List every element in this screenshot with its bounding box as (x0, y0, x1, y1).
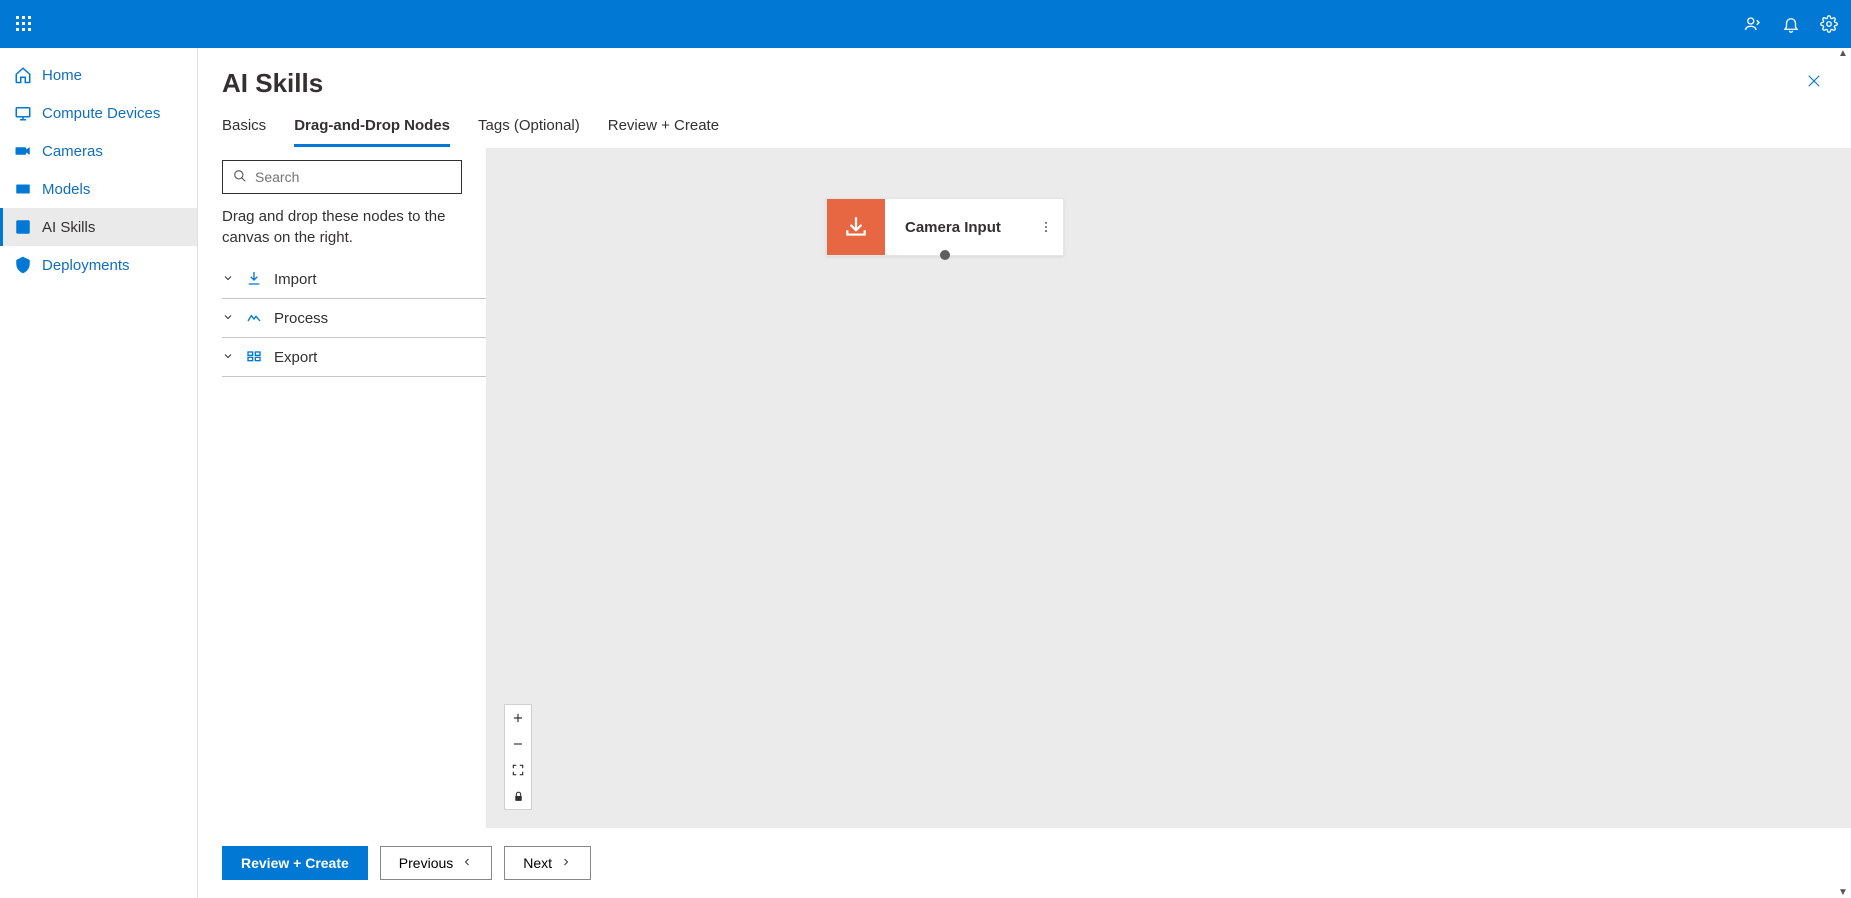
next-button[interactable]: Next (504, 846, 591, 880)
tab-drag-drop-nodes[interactable]: Drag-and-Drop Nodes (294, 117, 450, 147)
app-launcher-icon[interactable] (12, 12, 36, 36)
node-palette: Drag and drop these nodes to the canvas … (198, 148, 486, 828)
close-button[interactable] (1801, 68, 1827, 97)
chevron-down-icon (222, 310, 236, 326)
export-icon (246, 348, 264, 366)
sidenav-item-ai-skills[interactable]: AI Skills (0, 208, 197, 246)
gear-icon[interactable] (1819, 14, 1839, 34)
palette-group-label: Process (274, 310, 328, 327)
sidenav-item-home[interactable]: Home (0, 56, 197, 94)
previous-button[interactable]: Previous (380, 846, 492, 880)
chevron-left-icon (461, 855, 473, 871)
tab-basics[interactable]: Basics (222, 117, 266, 147)
review-create-button[interactable]: Review + Create (222, 846, 368, 880)
sidenav-label: Compute Devices (42, 105, 160, 122)
ai-skill-icon (14, 218, 32, 236)
canvas[interactable]: Camera Input (486, 148, 1851, 828)
sidenav-label: Deployments (42, 257, 130, 274)
sidenav-item-deployments[interactable]: Deployments (0, 246, 197, 284)
palette-group-import[interactable]: Import (222, 260, 486, 299)
chevron-down-icon (222, 349, 236, 365)
chevron-right-icon (560, 855, 572, 871)
sidenav-label: AI Skills (42, 219, 95, 236)
tab-review-create[interactable]: Review + Create (608, 117, 719, 147)
side-nav: Home Compute Devices Cameras Models AI S… (0, 48, 198, 898)
wizard-tabs: Basics Drag-and-Drop Nodes Tags (Optiona… (198, 99, 1851, 148)
zoom-out-button[interactable] (505, 731, 531, 757)
lock-button[interactable] (505, 783, 531, 809)
palette-group-process[interactable]: Process (222, 299, 486, 338)
deployment-icon (14, 256, 32, 274)
chevron-down-icon (222, 271, 236, 287)
process-icon (246, 309, 264, 327)
sidenav-item-cameras[interactable]: Cameras (0, 132, 197, 170)
palette-group-label: Import (274, 271, 317, 288)
palette-search[interactable] (222, 160, 462, 194)
node-output-port[interactable] (940, 250, 950, 260)
camera-icon (14, 142, 32, 160)
page-title: AI Skills (222, 68, 323, 99)
node-more-icon[interactable] (1029, 199, 1063, 255)
bell-icon[interactable] (1781, 14, 1801, 34)
sidenav-item-compute[interactable]: Compute Devices (0, 94, 197, 132)
tab-tags[interactable]: Tags (Optional) (478, 117, 580, 147)
palette-group-label: Export (274, 349, 317, 366)
home-icon (14, 66, 32, 84)
sidenav-label: Home (42, 67, 82, 84)
fit-screen-button[interactable] (505, 757, 531, 783)
download-input-icon (827, 199, 885, 255)
palette-help-text: Drag and drop these nodes to the canvas … (222, 206, 462, 248)
next-label: Next (523, 855, 552, 871)
zoom-in-button[interactable] (505, 705, 531, 731)
model-icon (14, 180, 32, 198)
canvas-node-label: Camera Input (885, 199, 1029, 255)
compute-icon (14, 104, 32, 122)
palette-group-export[interactable]: Export (222, 338, 486, 377)
wizard-footer: Review + Create Previous Next (198, 828, 1851, 898)
search-icon (233, 169, 247, 186)
sidenav-label: Cameras (42, 143, 103, 160)
feedback-icon[interactable] (1743, 14, 1763, 34)
previous-label: Previous (399, 855, 453, 871)
import-icon (246, 270, 264, 288)
canvas-node-camera-input[interactable]: Camera Input (826, 198, 1064, 256)
sidenav-item-models[interactable]: Models (0, 170, 197, 208)
sidenav-label: Models (42, 181, 90, 198)
search-input[interactable] (255, 169, 451, 185)
zoom-controls (504, 704, 532, 810)
